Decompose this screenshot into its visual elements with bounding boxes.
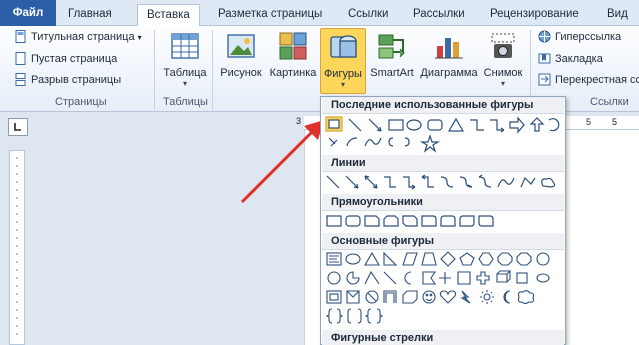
recent-shapes-header: Последние использованные фигуры bbox=[322, 97, 564, 114]
hyperlink-button[interactable]: Гиперссылка bbox=[538, 28, 621, 46]
bookmark-icon bbox=[538, 53, 551, 64]
tab-references[interactable]: Ссылки bbox=[348, 4, 389, 26]
smartart-icon bbox=[378, 34, 405, 59]
picture-label: Рисунок bbox=[220, 67, 262, 79]
picture-icon bbox=[227, 34, 255, 58]
ruler-mark: 5 bbox=[586, 117, 592, 127]
crossref-button[interactable]: Перекрестная ссы bbox=[538, 71, 639, 89]
tab-layout[interactable]: Разметка страницы bbox=[218, 4, 322, 26]
shapes-button[interactable]: Фигуры ▾ bbox=[320, 28, 366, 94]
bookmark-label: Закладка bbox=[555, 53, 603, 65]
picture-button[interactable]: Рисунок bbox=[216, 30, 266, 80]
hyperlink-label: Гиперссылка bbox=[555, 31, 622, 43]
cover-page-button[interactable]: Титульная страница ▾ bbox=[14, 28, 142, 46]
tab-insert[interactable]: Вставка bbox=[137, 4, 200, 27]
tab-selector-icon[interactable] bbox=[8, 118, 28, 136]
recent-shapes-grid[interactable] bbox=[325, 116, 565, 154]
rectangles-shapes-grid[interactable] bbox=[325, 213, 565, 231]
group-links-label: Ссылки bbox=[590, 96, 629, 108]
crossref-icon bbox=[538, 73, 551, 86]
camera-icon bbox=[491, 33, 515, 58]
smartart-label: SmartArt bbox=[370, 67, 414, 79]
smartart-button[interactable]: SmartArt bbox=[366, 30, 418, 80]
rectangles-header: Прямоугольники bbox=[322, 194, 564, 211]
word-window: Файл Главная Вставка Разметка страницы С… bbox=[0, 0, 639, 345]
clipart-button[interactable]: Картинка bbox=[266, 30, 320, 80]
page-break-icon bbox=[15, 73, 26, 86]
ribbon-tab-bar: Файл Главная Вставка Разметка страницы С… bbox=[0, 0, 639, 27]
chart-icon bbox=[435, 38, 463, 59]
screenshot-button[interactable]: Снимок ▾ bbox=[480, 30, 526, 88]
globe-link-icon bbox=[538, 30, 551, 43]
tab-home[interactable]: Главная bbox=[68, 4, 112, 26]
bookmark-button[interactable]: Закладка bbox=[538, 50, 603, 68]
annotation-arrow bbox=[240, 120, 324, 204]
chart-label: Диаграмма bbox=[420, 67, 478, 79]
table-icon bbox=[171, 33, 199, 59]
group-separator bbox=[212, 30, 213, 110]
clipart-icon bbox=[279, 32, 307, 60]
block-arrows-header: Фигурные стрелки bbox=[322, 330, 564, 345]
tab-mailings[interactable]: Рассылки bbox=[413, 4, 465, 26]
cover-page-label: Титульная страница bbox=[31, 31, 135, 43]
lines-shapes-grid[interactable] bbox=[325, 174, 565, 192]
cover-page-icon bbox=[15, 30, 26, 43]
shapes-icon bbox=[330, 35, 357, 58]
tab-file[interactable]: Файл bbox=[0, 0, 56, 26]
blank-page-label: Пустая страница bbox=[31, 53, 118, 65]
blank-page-button[interactable]: Пустая страница bbox=[14, 50, 117, 68]
basic-shapes-grid[interactable] bbox=[325, 251, 565, 327]
shapes-dropdown-menu: Последние использованные фигуры Линии Пр… bbox=[320, 96, 566, 345]
tab-review[interactable]: Рецензирование bbox=[490, 4, 579, 26]
blank-page-icon bbox=[15, 52, 26, 65]
group-tables-label: Таблицы bbox=[163, 96, 208, 108]
basic-shapes-header: Основные фигуры bbox=[322, 233, 564, 250]
group-pages-label: Страницы bbox=[55, 96, 107, 108]
page-break-label: Разрыв страницы bbox=[31, 74, 122, 86]
crossref-label: Перекрестная ссы bbox=[555, 74, 639, 86]
group-separator bbox=[154, 30, 155, 110]
ruler-mark: 5 bbox=[612, 117, 618, 127]
tab-view[interactable]: Вид bbox=[607, 4, 628, 26]
clipart-label: Картинка bbox=[269, 67, 317, 79]
chart-button[interactable]: Диаграмма bbox=[416, 30, 482, 80]
page-break-button[interactable]: Разрыв страницы bbox=[14, 71, 121, 89]
table-button[interactable]: Таблица ▾ bbox=[160, 30, 210, 88]
vertical-ruler[interactable] bbox=[9, 150, 25, 345]
lines-header: Линии bbox=[322, 155, 564, 172]
